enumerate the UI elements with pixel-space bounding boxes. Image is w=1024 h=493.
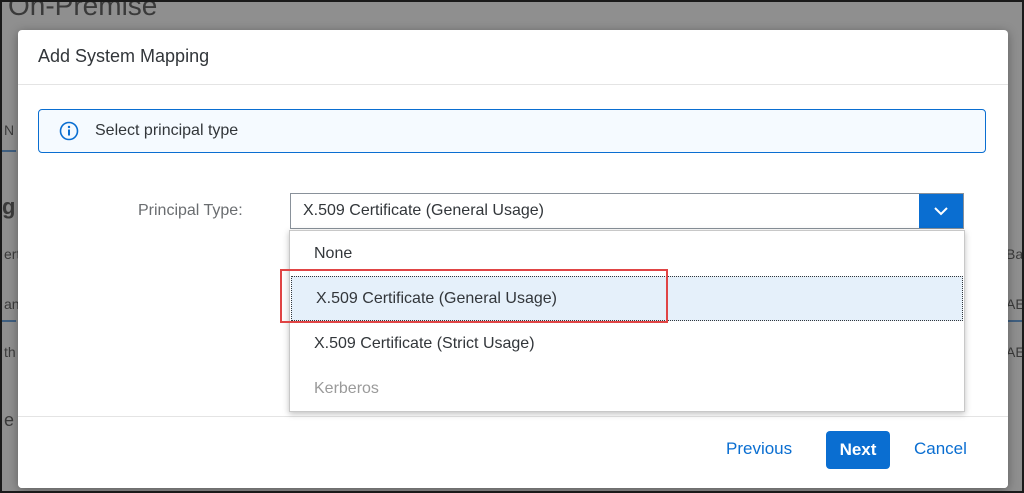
background-page-title: On-Premise (8, 0, 158, 21)
background-text: e (4, 410, 15, 430)
next-button[interactable]: Next (826, 431, 890, 469)
background-text: Ba (1006, 246, 1024, 262)
background-text: N (4, 122, 15, 138)
background-text: AE (1006, 296, 1024, 312)
option-none[interactable]: None (290, 231, 964, 276)
background-divider (2, 150, 16, 152)
previous-button[interactable]: Previous (726, 439, 792, 459)
background-text: th (4, 344, 16, 360)
option-x509-general-usage[interactable]: X.509 Certificate (General Usage) (291, 276, 963, 321)
info-message-strip: Select principal type (38, 109, 986, 153)
principal-type-select[interactable]: X.509 Certificate (General Usage) (290, 193, 964, 229)
background-text: AE (1006, 344, 1024, 360)
cancel-button[interactable]: Cancel (914, 439, 967, 459)
background-divider (2, 320, 16, 322)
chevron-down-icon (934, 207, 948, 216)
info-icon (59, 121, 79, 141)
dialog-footer: Previous Next Cancel (18, 416, 1008, 488)
option-kerberos: Kerberos (314, 379, 379, 397)
principal-type-options-list: None X.509 Certificate (General Usage) X… (289, 230, 965, 412)
background-divider (1008, 320, 1022, 322)
option-x509-strict-usage[interactable]: X.509 Certificate (Strict Usage) (290, 321, 964, 366)
principal-type-value[interactable]: X.509 Certificate (General Usage) (291, 202, 919, 220)
dialog-title: Add System Mapping (38, 46, 210, 66)
screenshot-frame: On-Premise N g ert an th e Ba AE AE Add … (0, 0, 1024, 493)
principal-type-label: Principal Type: (138, 202, 243, 219)
background-text: g (2, 194, 16, 219)
dialog-header: Add System Mapping (18, 30, 1008, 85)
dropdown-arrow-button[interactable] (919, 194, 963, 228)
info-message-text: Select principal type (95, 122, 239, 139)
